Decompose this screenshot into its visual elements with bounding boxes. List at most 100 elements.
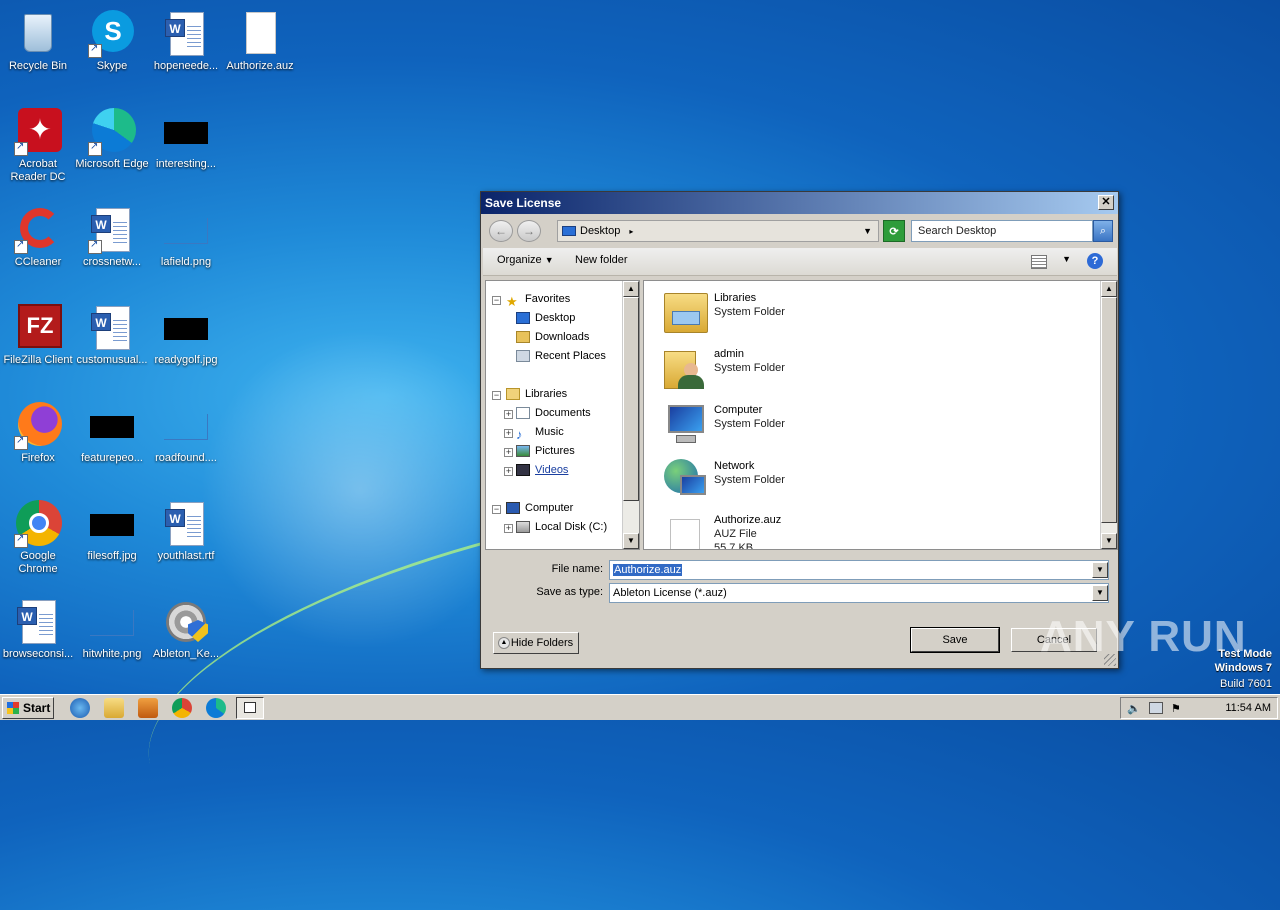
chevron-down-icon[interactable]: ▼ xyxy=(1062,254,1071,264)
start-label: Start xyxy=(23,701,51,715)
collapse-toggle[interactable]: − xyxy=(492,391,501,400)
desktop-icon-browseconsi[interactable]: W browseconsi... xyxy=(0,592,76,682)
desktop-icon-interesting[interactable]: interesting... xyxy=(148,102,224,192)
desktop-icon-featurepeo[interactable]: featurepeo... xyxy=(74,396,150,486)
file-name-input[interactable]: Authorize.auz ▼ xyxy=(609,560,1109,580)
desktop-icon-customusual[interactable]: W customusual... xyxy=(74,298,150,388)
scroll-thumb[interactable] xyxy=(623,297,639,501)
chevron-down-icon[interactable]: ▼ xyxy=(863,221,872,241)
desktop-icon-lafield[interactable]: lafield.png xyxy=(148,200,224,290)
chrome-taskbar-icon[interactable] xyxy=(172,698,192,718)
nav-recent-places[interactable]: Recent Places xyxy=(516,347,606,365)
nav-downloads[interactable]: Downloads xyxy=(516,328,589,346)
dialog-titlebar[interactable]: Save License ✕ xyxy=(481,192,1118,214)
file-item-admin[interactable]: admin System Folder xyxy=(662,341,962,393)
search-input[interactable]: Search Desktop xyxy=(911,220,1093,242)
nav-computer[interactable]: Computer xyxy=(506,499,573,517)
file-name: Libraries xyxy=(714,292,757,304)
desktop-icon-hopeneede[interactable]: W hopeneede... xyxy=(148,4,224,94)
desktop-icon-ableton[interactable]: Ableton_Ke... xyxy=(148,592,224,682)
desktop-icon-recycle-bin[interactable]: Recycle Bin xyxy=(0,4,76,94)
forward-button[interactable]: → xyxy=(517,220,541,242)
chevron-down-icon[interactable]: ▼ xyxy=(1092,585,1108,601)
network-tray-icon[interactable] xyxy=(1149,702,1163,714)
file-name-row: File name: Authorize.auz ▼ xyxy=(485,560,1111,580)
desktop-icon-roadfound[interactable]: roadfound.... xyxy=(148,396,224,486)
edge-icon xyxy=(88,108,136,156)
help-icon[interactable]: ? xyxy=(1087,253,1103,269)
view-options-icon[interactable] xyxy=(1031,255,1047,269)
media-player-icon[interactable] xyxy=(138,698,158,718)
acrobat-icon: ✦ xyxy=(14,108,62,156)
nav-documents[interactable]: Documents xyxy=(516,404,591,422)
scroll-up-icon[interactable]: ▲ xyxy=(623,281,639,297)
save-type-select[interactable]: Ableton License (*.auz) ▼ xyxy=(609,583,1109,603)
file-list-scrollbar[interactable]: ▲ ▼ xyxy=(1100,281,1117,549)
internet-explorer-icon[interactable] xyxy=(70,698,90,718)
desktop-icon-youthlast[interactable]: W youthlast.rtf xyxy=(148,494,224,584)
scroll-down-icon[interactable]: ▼ xyxy=(623,533,639,549)
expand-toggle[interactable]: + xyxy=(504,448,513,457)
nav-desktop[interactable]: Desktop xyxy=(516,309,575,327)
file-name: admin xyxy=(714,348,744,360)
collapse-toggle[interactable]: − xyxy=(492,296,501,305)
file-name: Computer xyxy=(714,404,763,416)
breadcrumb-arrow-icon[interactable]: ▸ xyxy=(629,227,633,236)
expand-toggle[interactable]: + xyxy=(504,467,513,476)
image-thumbnail-icon xyxy=(162,304,210,352)
file-item-authorize[interactable]: Authorize.auz AUZ File 55.7 KB xyxy=(662,507,962,549)
close-button[interactable]: ✕ xyxy=(1098,195,1114,210)
desktop-icon-authorize[interactable]: Authorize.auz xyxy=(222,4,298,94)
desktop-icon-edge[interactable]: Microsoft Edge xyxy=(74,102,150,192)
test-mode-text: Test Mode xyxy=(1218,648,1272,660)
file-item-libraries[interactable]: Libraries System Folder xyxy=(662,285,962,337)
organize-button[interactable]: Organize ▼ xyxy=(497,254,554,266)
nav-pictures[interactable]: Pictures xyxy=(516,442,575,460)
nav-scrollbar[interactable]: ▲ ▼ xyxy=(622,281,639,549)
expand-toggle[interactable]: + xyxy=(504,429,513,438)
clock[interactable]: 11:54 AM xyxy=(1225,702,1271,714)
downloads-icon xyxy=(516,331,530,344)
desktop-icon-ccleaner[interactable]: CCleaner xyxy=(0,200,76,290)
desktop-icon-chrome[interactable]: Google Chrome xyxy=(0,494,76,584)
file-item-network[interactable]: Network System Folder xyxy=(662,453,962,505)
desktop-icon-skype[interactable]: S Skype xyxy=(74,4,150,94)
desktop-icon-acrobat[interactable]: ✦ Acrobat Reader DC xyxy=(0,102,76,192)
address-combo[interactable]: Desktop ▸ ▼ xyxy=(557,220,879,242)
desktop-icon-hitwhite[interactable]: hitwhite.png xyxy=(74,592,150,682)
refresh-button[interactable]: ⟳ xyxy=(883,220,905,242)
nav-music[interactable]: ♪ Music xyxy=(516,423,564,442)
file-explorer-icon[interactable] xyxy=(104,698,124,718)
desktop-icon-firefox[interactable]: Firefox xyxy=(0,396,76,486)
nav-label: Desktop xyxy=(535,312,576,324)
hide-folders-button[interactable]: ▲ Hide Folders xyxy=(493,632,579,654)
file-list-pane: Libraries System Folder admin System Fol… xyxy=(643,280,1118,550)
desktop-icon-crossnetw[interactable]: W crossnetw... xyxy=(74,200,150,290)
expand-toggle[interactable]: + xyxy=(504,524,513,533)
nav-local-disk[interactable]: Local Disk (C:) xyxy=(516,518,607,536)
expand-toggle[interactable]: + xyxy=(504,410,513,419)
edge-taskbar-icon[interactable] xyxy=(206,698,226,718)
desktop-icon-readygolf[interactable]: readygolf.jpg xyxy=(148,298,224,388)
scroll-down-icon[interactable]: ▼ xyxy=(1101,533,1117,549)
back-button[interactable]: ← xyxy=(489,220,513,242)
nav-favorites[interactable]: ★ Favorites xyxy=(506,290,570,309)
nav-videos[interactable]: Videos xyxy=(516,461,568,479)
desktop-icon-filezilla[interactable]: FZ FileZilla Client xyxy=(0,298,76,388)
flag-icon[interactable]: ⚑ xyxy=(1171,702,1185,715)
active-window-button[interactable] xyxy=(236,697,264,719)
desktop-icon-filesoff[interactable]: filesoff.jpg xyxy=(74,494,150,584)
save-button[interactable]: Save xyxy=(910,627,1000,653)
scroll-up-icon[interactable]: ▲ xyxy=(1101,281,1117,297)
scroll-thumb[interactable] xyxy=(1101,297,1117,523)
chevron-down-icon[interactable]: ▼ xyxy=(1092,562,1108,578)
start-button[interactable]: Start xyxy=(2,697,54,719)
volume-icon[interactable]: 🔈 xyxy=(1127,702,1141,715)
libraries-folder-icon xyxy=(662,289,710,335)
collapse-toggle[interactable]: − xyxy=(492,505,501,514)
search-icon[interactable]: ⌕ xyxy=(1093,220,1113,242)
new-folder-button[interactable]: New folder xyxy=(575,254,628,266)
image-thumbnail-icon xyxy=(162,108,210,156)
file-item-computer[interactable]: Computer System Folder xyxy=(662,397,962,449)
nav-libraries[interactable]: Libraries xyxy=(506,385,567,403)
